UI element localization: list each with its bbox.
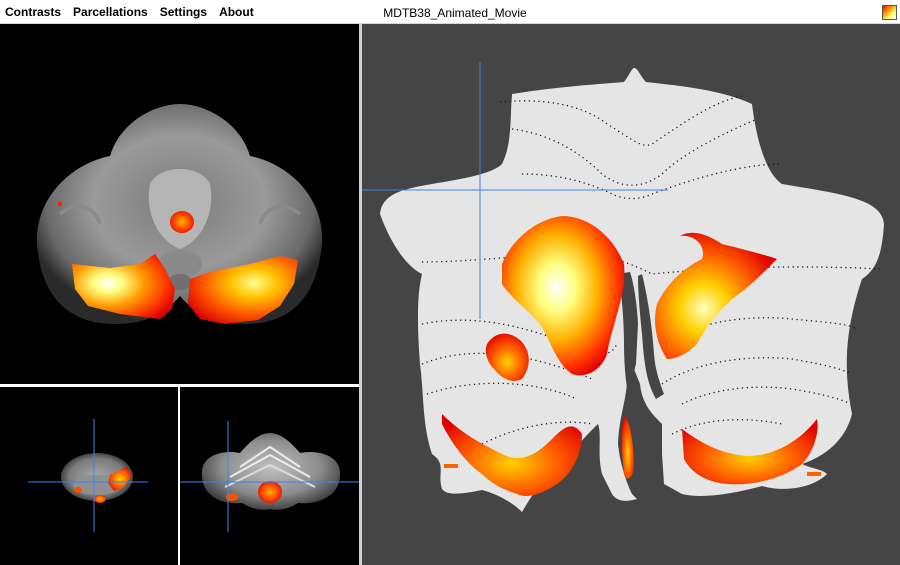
sagittal-slice-canvas[interactable] <box>180 387 360 565</box>
window-title: MDTB38_Animated_Movie <box>383 6 527 20</box>
coronal-slice-view[interactable] <box>0 387 178 565</box>
flatmap-view[interactable] <box>362 24 900 565</box>
menu-bar: Contrasts Parcellations Settings About M… <box>0 0 900 24</box>
flatmap-canvas[interactable] <box>362 24 900 565</box>
colormap-swatch-icon[interactable] <box>882 5 897 20</box>
axial-slice-canvas[interactable] <box>0 24 359 384</box>
axial-slice-view[interactable] <box>0 24 359 384</box>
sagittal-slice-view[interactable] <box>180 387 360 565</box>
coronal-slice-canvas[interactable] <box>0 387 178 565</box>
